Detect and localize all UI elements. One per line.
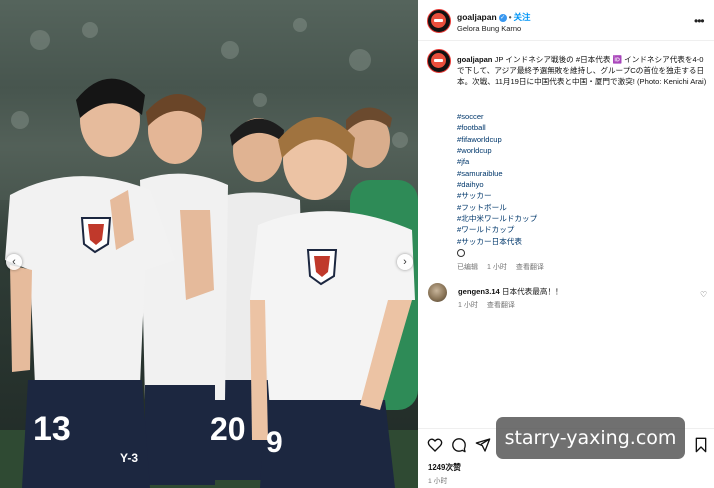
post-header: goaljapan ✓ • 关注 <box>457 11 531 23</box>
verified-icon: ✓ <box>498 13 507 22</box>
edited-label: 已编辑 <box>457 264 478 271</box>
post-time: 1 小时 <box>428 478 448 485</box>
hashtag[interactable]: #daihyo <box>457 179 537 190</box>
post-sidebar: goaljapan ✓ • 关注 Gelora Bung Karno ••• goal… <box>418 0 714 488</box>
more-horizontal-icon[interactable]: ••• <box>694 14 705 28</box>
hashtag[interactable]: #worldcup <box>457 145 537 156</box>
follow-button[interactable]: 关注 <box>514 12 531 22</box>
comment-meta: 1 小时 查看翻译 <box>458 300 524 310</box>
caption-time: 1 小时 <box>487 264 507 271</box>
comment-like-icon[interactable]: ♡ <box>700 290 707 299</box>
hashtag[interactable]: #ワールドカップ <box>457 224 537 235</box>
header-divider <box>418 40 714 41</box>
commenter-avatar[interactable] <box>428 283 447 302</box>
hashtag[interactable]: #サッカー <box>457 190 537 201</box>
hashtag-list: #soccer #football #fifaworldcup #worldcu… <box>457 111 537 258</box>
comment-icon[interactable] <box>451 437 467 453</box>
see-translation-link[interactable]: 查看翻译 <box>516 264 544 271</box>
likes-count[interactable]: 1249次赞 <box>428 462 461 473</box>
comment-item: gengen3.14 日本代表最高！！ <box>458 286 563 297</box>
number-9: 9 <box>266 426 283 459</box>
hashtag[interactable]: #soccer <box>457 111 537 122</box>
caption-avatar[interactable] <box>427 49 451 73</box>
caption-text: goaljapan JP インドネシア戦後の #日本代表 🆔 インドネシア代表を… <box>457 54 709 88</box>
brand-logo: Y-3 <box>120 451 138 465</box>
caption-meta: 已编辑 1 小时 查看翻译 <box>457 262 553 272</box>
caption-username[interactable]: goaljapan <box>457 55 492 64</box>
heart-icon[interactable] <box>427 437 443 453</box>
comment-translation-link[interactable]: 查看翻译 <box>487 302 515 309</box>
author-username[interactable]: goaljapan <box>457 12 497 22</box>
caption-body: JP インドネシア戦後の #日本代表 🆔 インドネシア代表を4-0で下して、アジ… <box>457 55 707 87</box>
hashtag[interactable]: #football <box>457 122 537 133</box>
hashtag[interactable]: #サッカー日本代表 <box>457 236 537 247</box>
location-link[interactable]: Gelora Bung Karno <box>457 24 521 33</box>
hashtag[interactable]: #samuraiblue <box>457 168 537 179</box>
carousel-prev-button[interactable]: ‹ <box>6 254 22 270</box>
carousel-next-button[interactable]: › <box>397 254 413 270</box>
hashtag[interactable]: #フットボール <box>457 202 537 213</box>
post-media[interactable]: 13 20 9 Y-3 ‹ › <box>0 0 418 488</box>
hashtag[interactable]: #北中米ワールドカップ <box>457 213 537 224</box>
soccer-ball-icon <box>457 249 465 258</box>
author-avatar[interactable] <box>427 9 451 33</box>
hashtag[interactable]: #fifaworldcup <box>457 134 537 145</box>
commenter-username[interactable]: gengen3.14 <box>458 287 500 296</box>
comment-text: 日本代表最高！！ <box>501 287 563 296</box>
hashtag[interactable]: #jfa <box>457 156 537 167</box>
separator-dot: • <box>508 13 512 22</box>
post-photo: 13 20 9 Y-3 <box>0 0 418 488</box>
comment-time: 1 小时 <box>458 302 478 309</box>
number-13: 13 <box>33 410 71 448</box>
number-20: 20 <box>210 411 246 447</box>
watermark-overlay: starry-yaxing.com <box>496 417 685 459</box>
share-icon[interactable] <box>475 437 491 453</box>
bookmark-icon[interactable] <box>693 437 709 453</box>
